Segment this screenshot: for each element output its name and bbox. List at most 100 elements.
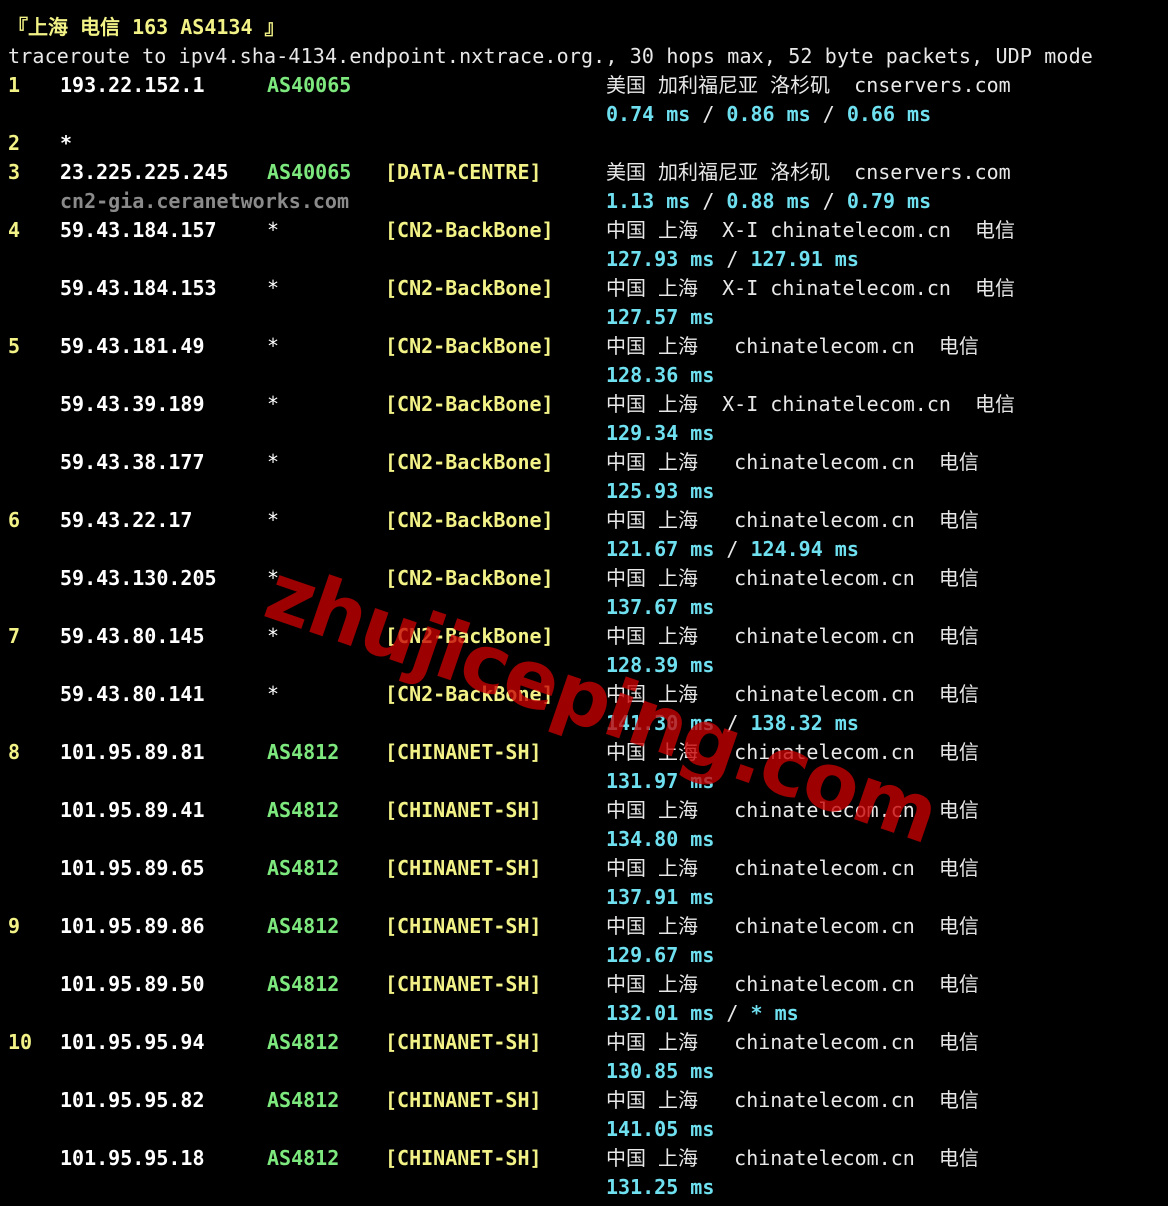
hop-detail-row: 137.67 ms <box>0 593 1168 622</box>
rtt-separator: / <box>810 102 847 126</box>
hop-geo: 中国 上海 X-I chinatelecom.cn 电信 <box>606 218 1015 242</box>
hop-asn: * <box>267 276 280 300</box>
hop-rtt: 128.36 ms <box>606 361 714 390</box>
hop-rtt: 141.05 ms <box>606 1115 714 1144</box>
rtt-value: 0.74 ms <box>606 102 691 126</box>
hop-asn: AS4812 <box>267 1146 340 1170</box>
hop-ip[interactable]: 101.95.95.18 <box>60 1144 205 1173</box>
hop-asn: * <box>267 450 280 474</box>
rtt-value: 141.05 ms <box>606 1117 715 1141</box>
hop-number: 6 <box>8 508 21 532</box>
hop-ip[interactable]: 101.95.89.86 <box>60 912 205 941</box>
rtt-value: 134.80 ms <box>606 827 715 851</box>
rtt-separator: / <box>714 247 751 271</box>
hop-row: 10 101.95.95.94 AS4812 [CHINANET-SH] 中国 上海 c… <box>0 1028 1168 1057</box>
hop-ip[interactable]: 59.43.80.145 <box>60 622 205 651</box>
rtt-value: * ms <box>750 1001 799 1025</box>
hop-geo: 中国 上海 X-I chinatelecom.cn 电信 <box>606 392 1015 416</box>
hop-ip[interactable]: 59.43.22.17 <box>60 506 192 535</box>
route-title: 『上海 电信 163 AS4134 』 <box>8 15 285 39</box>
hop-geo: 中国 上海 chinatelecom.cn 电信 <box>606 450 979 474</box>
hop-row: 59.43.80.141 * [CN2-BackBone] 中国 上海 chinate… <box>0 680 1168 709</box>
hop-tag: [CN2-BackBone] <box>385 218 554 242</box>
command-line: traceroute to ipv4.sha-4134.endpoint.nxt… <box>0 42 1168 71</box>
hop-tag: [CN2-BackBone] <box>385 682 554 706</box>
hop-ip[interactable]: 193.22.152.1 <box>60 71 205 100</box>
hop-geo: 美国 加利福尼亚 洛杉矶 cnservers.com <box>606 73 1011 97</box>
hop-ip[interactable]: 59.43.39.189 <box>60 390 205 419</box>
hop-row: 59.43.38.177 * [CN2-BackBone] 中国 上海 chinate… <box>0 448 1168 477</box>
hop-row: 101.95.89.65 AS4812 [CHINANET-SH] 中国 上海 chi… <box>0 854 1168 883</box>
hop-number: 3 <box>8 160 21 184</box>
hop-ip[interactable]: 101.95.89.50 <box>60 970 205 999</box>
rtt-value: 131.25 ms <box>606 1175 715 1199</box>
hop-ip[interactable]: 101.95.89.41 <box>60 796 205 825</box>
hop-rtt: 132.01 ms / * ms <box>606 999 799 1028</box>
hop-ip[interactable]: 59.43.184.153 <box>60 274 217 303</box>
hop-tag: [CN2-BackBone] <box>385 508 554 532</box>
hop-ip[interactable]: 59.43.184.157 <box>60 216 217 245</box>
hop-tag: [CHINANET-SH] <box>385 798 542 822</box>
hop-ip[interactable]: 59.43.181.49 <box>60 332 205 361</box>
hop-ip[interactable]: 101.95.95.82 <box>60 1086 205 1115</box>
hop-detail-row: 131.25 ms <box>0 1173 1168 1202</box>
rtt-value: 121.67 ms <box>606 537 715 561</box>
hop-rtt: 1.13 ms / 0.88 ms / 0.79 ms <box>606 187 931 216</box>
hop-ip[interactable]: 59.43.38.177 <box>60 448 205 477</box>
hop-ip[interactable]: 101.95.89.65 <box>60 854 205 883</box>
hop-geo: 中国 上海 chinatelecom.cn 电信 <box>606 798 979 822</box>
hop-asn: * <box>267 334 280 358</box>
hop-number: 9 <box>8 914 21 938</box>
hop-tag: [CHINANET-SH] <box>385 972 542 996</box>
hop-tag: [CN2-BackBone] <box>385 276 554 300</box>
hop-tag: [CHINANET-SH] <box>385 1030 542 1054</box>
terminal-window[interactable]: 『上海 电信 163 AS4134 』 traceroute to ipv4.s… <box>0 0 1168 1206</box>
hop-row: 8 101.95.89.81 AS4812 [CHINANET-SH] 中国 上海 ch… <box>0 738 1168 767</box>
hop-geo: 中国 上海 chinatelecom.cn 电信 <box>606 740 979 764</box>
hop-tag: [CHINANET-SH] <box>385 856 542 880</box>
hop-detail-row: 121.67 ms / 124.94 ms <box>0 535 1168 564</box>
hop-number: 8 <box>8 740 21 764</box>
hop-asn: * <box>267 566 280 590</box>
hop-detail-row: 141.05 ms <box>0 1115 1168 1144</box>
hop-number: 5 <box>8 334 21 358</box>
hop-asn: AS4812 <box>267 798 340 822</box>
hop-detail-row: 0.74 ms / 0.86 ms / 0.66 ms <box>0 100 1168 129</box>
hop-ip[interactable]: 23.225.225.245 <box>60 158 229 187</box>
hop-ip[interactable]: 101.95.89.81 <box>60 738 205 767</box>
hop-number: 4 <box>8 218 21 242</box>
hop-detail-row: 137.91 ms <box>0 883 1168 912</box>
hop-tag: [CN2-BackBone] <box>385 450 554 474</box>
hop-row: 1 193.22.152.1 AS40065 美国 加利福尼亚 洛杉矶 cnserve… <box>0 71 1168 100</box>
hop-geo: 美国 加利福尼亚 洛杉矶 cnservers.com <box>606 160 1011 184</box>
hop-rtt: 129.67 ms <box>606 941 714 970</box>
hop-asn: AS4812 <box>267 1030 340 1054</box>
hop-detail-row: 134.80 ms <box>0 825 1168 854</box>
hop-rtt: 141.30 ms / 138.32 ms <box>606 709 859 738</box>
hop-ip[interactable]: 59.43.130.205 <box>60 564 217 593</box>
hop-geo: 中国 上海 chinatelecom.cn 电信 <box>606 624 979 648</box>
hop-geo: 中国 上海 chinatelecom.cn 电信 <box>606 508 979 532</box>
hop-tag: [DATA-CENTRE] <box>385 160 542 184</box>
rtt-value: 130.85 ms <box>606 1059 715 1083</box>
hop-tag: [CHINANET-SH] <box>385 1146 542 1170</box>
rtt-value: 138.32 ms <box>750 711 859 735</box>
rtt-separator: / <box>714 1001 751 1025</box>
hop-asn: AS4812 <box>267 1088 340 1112</box>
hop-row: 59.43.39.189 * [CN2-BackBone] 中国 上海 X-I chi… <box>0 390 1168 419</box>
hop-detail-row: 141.30 ms / 138.32 ms <box>0 709 1168 738</box>
hop-asn: AS4812 <box>267 740 340 764</box>
hop-row: 6 59.43.22.17 * [CN2-BackBone] 中国 上海 chinate… <box>0 506 1168 535</box>
rtt-value: 137.67 ms <box>606 595 715 619</box>
hop-ip[interactable]: 101.95.95.94 <box>60 1028 205 1057</box>
hop-geo: 中国 上海 chinatelecom.cn 电信 <box>606 566 979 590</box>
rtt-value: 1.13 ms <box>606 189 691 213</box>
hop-asn: * <box>267 624 280 648</box>
hop-number: 1 <box>8 73 21 97</box>
hop-rtt: 125.93 ms <box>606 477 714 506</box>
rtt-separator: / <box>690 102 727 126</box>
hop-detail-row: 129.34 ms <box>0 419 1168 448</box>
rtt-value: 124.94 ms <box>750 537 859 561</box>
hop-ip[interactable]: 59.43.80.141 <box>60 680 205 709</box>
rtt-value: 0.66 ms <box>846 102 932 126</box>
